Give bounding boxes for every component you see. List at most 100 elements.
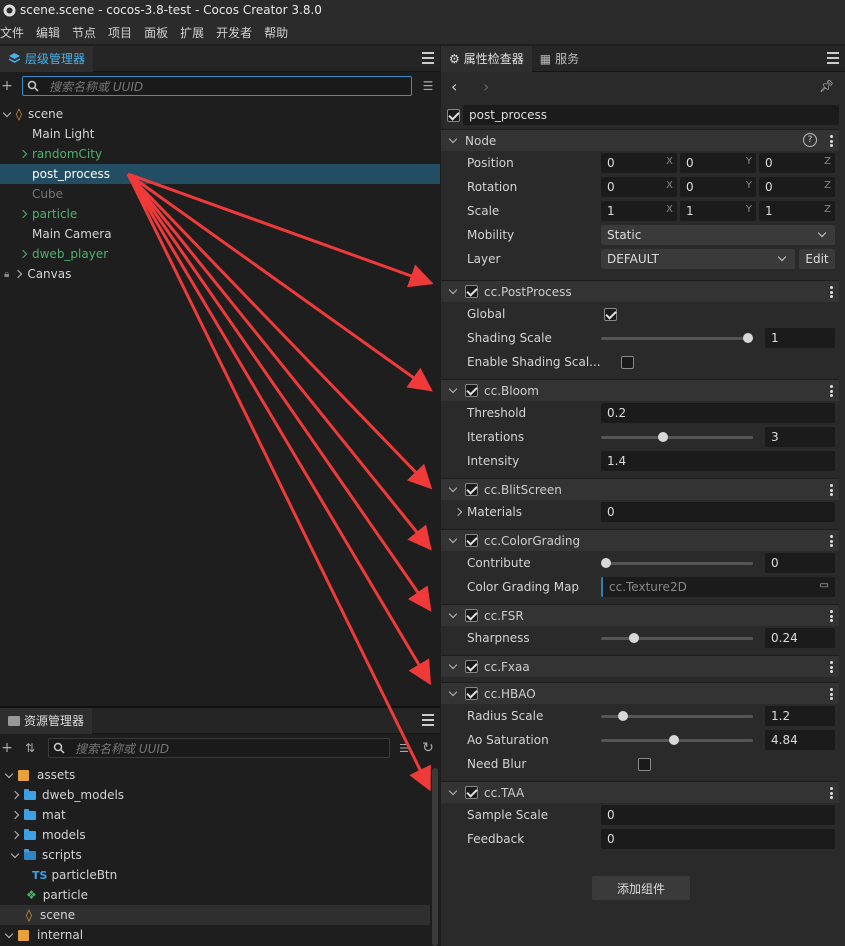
sharpness-field[interactable]: 0.24 [765,628,835,648]
tree-node-canvas[interactable]: 🔒︎ Canvas [0,264,440,284]
colorgrading-section-header[interactable]: cc.ColorGrading [441,529,839,551]
rotation-z-field[interactable]: 0Z [759,177,835,197]
asset-item-dweb-models[interactable]: dweb_models [0,785,430,805]
slider-knob[interactable] [601,558,611,568]
menu-project[interactable]: 项目 [108,24,132,41]
tab-hierarchy[interactable]: 层级管理器 [0,45,94,72]
chevron-right-icon[interactable] [18,249,28,259]
postprocess-section-header[interactable]: cc.PostProcess [441,280,839,302]
sample-scale-field[interactable]: 0 [601,805,835,825]
ao-saturation-slider[interactable] [601,735,753,745]
feedback-field[interactable]: 0 [601,829,835,849]
asset-item-scene[interactable]: ◊ scene [0,905,430,925]
add-component-button[interactable]: 添加组件 [592,876,690,900]
chevron-down-icon[interactable] [448,384,458,394]
component-enabled-checkbox[interactable] [465,285,478,298]
add-asset-icon[interactable]: + [0,739,14,757]
scrollbar[interactable] [432,768,438,946]
position-z-field[interactable]: 0Z [759,153,835,173]
tree-node-scene[interactable]: ◊ scene [0,104,440,124]
asset-item-internal[interactable]: internal [0,925,430,945]
help-icon[interactable]: ? [803,133,817,147]
position-y-field[interactable]: 0Y [680,153,756,173]
contribute-slider[interactable] [601,558,753,568]
menu-extension[interactable]: 扩展 [180,24,204,41]
ao-saturation-field[interactable]: 4.84 [765,730,835,750]
tree-node-particle[interactable]: particle [0,204,440,224]
menu-edit[interactable]: 编辑 [36,24,60,41]
mobility-select[interactable]: Static [601,225,835,245]
asset-item-mat[interactable]: mat [0,805,430,825]
more-icon[interactable] [830,688,833,700]
chevron-down-icon[interactable] [448,786,458,796]
menu-file[interactable]: 文件 [0,24,24,41]
forward-icon[interactable]: › [483,77,489,96]
pin-icon[interactable]: 📌︎ [819,79,834,93]
scale-x-field[interactable]: 1X [601,201,677,221]
radius-scale-slider[interactable] [601,711,753,721]
chevron-down-icon[interactable] [4,929,14,938]
component-enabled-checkbox[interactable] [465,660,478,673]
materials-field[interactable]: 0 [601,502,835,522]
chevron-down-icon[interactable] [448,534,458,544]
lock-icon[interactable]: 🔒︎ [4,269,9,280]
component-enabled-checkbox[interactable] [465,384,478,397]
asset-item-assets[interactable]: assets [0,765,430,785]
chevron-down-icon[interactable] [448,609,458,619]
more-icon[interactable] [830,484,833,496]
contribute-field[interactable]: 0 [765,553,835,573]
sharpness-slider[interactable] [601,633,753,643]
chevron-down-icon[interactable] [2,108,12,117]
scale-z-field[interactable]: 1Z [759,201,835,221]
chevron-down-icon[interactable] [10,849,20,858]
more-icon[interactable] [830,610,833,622]
component-enabled-checkbox[interactable] [465,687,478,700]
tree-node-random-city[interactable]: randomCity [0,144,440,164]
component-enabled-checkbox[interactable] [465,483,478,496]
chevron-right-icon[interactable] [18,209,28,219]
bloom-section-header[interactable]: cc.Bloom [441,379,839,401]
chevron-down-icon[interactable] [448,660,458,670]
prop-materials-row[interactable]: Materials [453,502,522,522]
shading-scale-field[interactable]: 1 [765,328,835,348]
slider-knob[interactable] [743,333,753,343]
hierarchy-search-input[interactable]: 搜索名称或 UUID [22,76,412,96]
threshold-field[interactable]: 0.2 [601,403,835,423]
more-icon[interactable] [830,385,833,397]
tab-inspector[interactable]: ⚙︎ 属性检查器 [441,45,532,72]
tab-service[interactable]: ▦ 服务 [532,46,587,72]
chevron-right-icon[interactable] [10,790,20,800]
chevron-down-icon[interactable] [448,687,458,697]
layer-edit-button[interactable]: Edit [799,249,835,269]
rotation-y-field[interactable]: 0Y [680,177,756,197]
chevron-down-icon[interactable] [448,285,458,295]
component-enabled-checkbox[interactable] [465,786,478,799]
asset-item-models[interactable]: models [0,825,430,845]
more-icon[interactable] [830,661,833,673]
taa-section-header[interactable]: cc.TAA [441,781,839,803]
chevron-right-icon[interactable] [18,149,28,159]
chevron-down-icon[interactable] [448,134,458,144]
collapse-all-icon[interactable]: ☰ [420,78,436,94]
collapse-all-icon[interactable]: ☰ [397,740,411,756]
more-icon[interactable] [830,535,833,547]
position-x-field[interactable]: 0X [601,153,677,173]
shading-scale-slider[interactable] [601,333,753,343]
more-icon[interactable] [830,135,833,147]
assets-search-input[interactable]: 搜索名称或 UUID [48,738,390,758]
intensity-field[interactable]: 1.4 [601,451,835,471]
radius-scale-field[interactable]: 1.2 [765,706,835,726]
chevron-right-icon[interactable] [14,269,23,279]
menu-help[interactable]: 帮助 [264,24,288,41]
node-name-input[interactable]: post_process [463,105,839,125]
node-active-checkbox[interactable] [447,109,460,122]
tree-node-cube[interactable]: Cube [0,184,440,204]
scale-y-field[interactable]: 1Y [680,201,756,221]
iterations-slider[interactable] [601,432,753,442]
more-icon[interactable] [830,286,833,298]
chevron-down-icon[interactable] [4,769,14,778]
menu-panel[interactable]: 面板 [144,24,168,41]
node-section-header[interactable]: Node ? [441,129,839,151]
rotation-x-field[interactable]: 0X [601,177,677,197]
chevron-right-icon[interactable] [453,507,463,517]
